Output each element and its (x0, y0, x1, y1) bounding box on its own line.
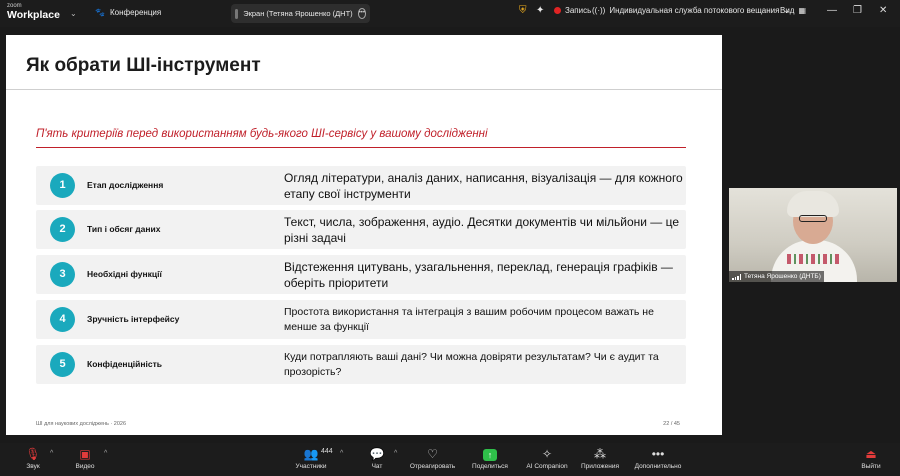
broadcast-icon: ((·)) (592, 6, 606, 15)
audio-button[interactable]: 🎙 Звук (20, 446, 46, 470)
criterion-description: Текст, числа, зображення, аудіо. Десятки… (284, 215, 680, 245)
criterion-name: Етап дослідження (87, 180, 164, 190)
screen-share-label: Экран (Тетяна Ярошенко (ДНТ) (243, 9, 353, 18)
record-dot-icon (554, 7, 561, 14)
slide-page-number: 22 / 45 (663, 421, 680, 427)
video-options-caret[interactable]: ^ (104, 450, 107, 457)
shared-slide: Як обрати ШІ-інструмент П'ять критеріїв … (6, 35, 722, 435)
glasses (799, 215, 827, 222)
video-button[interactable]: ▣ Видео (72, 446, 98, 470)
participants-button[interactable]: 👥 Участники (290, 446, 332, 470)
leave-icon: ⏏ (865, 447, 877, 461)
stream-indicator[interactable]: ((·)) Индивидуальная служба потокового в… (592, 6, 790, 15)
view-label: Вид (780, 6, 795, 15)
chat-options-caret[interactable]: ^ (394, 450, 397, 457)
react-button[interactable]: ♡ Отреагировать (405, 446, 460, 470)
criterion-name: Зручність інтерфейсу (87, 314, 180, 324)
minimize-icon[interactable]: — (827, 5, 837, 16)
criterion-row: 4 Зручність інтерфейсу Простота використ… (36, 300, 686, 339)
criterion-name: Необхідні функції (87, 269, 162, 279)
subtitle-divider (36, 147, 686, 148)
more-icon[interactable]: ••• (357, 8, 366, 19)
participant-hair (787, 191, 839, 217)
criterion-description: Огляд літератури, аналіз даних, написанн… (284, 171, 683, 201)
ai-sparkle-icon[interactable]: ✦ (536, 5, 544, 16)
share-screen-icon: ↑ (483, 449, 497, 461)
criterion-number: 5 (50, 352, 75, 377)
apps-label: Приложения (580, 463, 620, 470)
share-label: Поделиться (472, 463, 508, 470)
heart-icon: ♡ (427, 447, 438, 461)
brand-big: Workplace (7, 9, 60, 21)
chat-label: Чат (371, 463, 383, 470)
criterion-number: 1 (50, 173, 75, 198)
criterion-row: 5 Конфіденційність Куди потрапляють ваші… (36, 345, 686, 384)
leave-label: Выйти (861, 463, 881, 470)
slide-title: Як обрати ШІ-інструмент (26, 55, 261, 76)
apps-button[interactable]: ⁂ Приложения (577, 446, 623, 470)
ai-companion-label: AI Companion (526, 463, 568, 470)
participants-label: Участники (295, 463, 327, 470)
restore-icon[interactable]: ❐ (853, 5, 862, 16)
criterion-description: Куди потрапляють ваші дані? Чи можна дов… (284, 351, 659, 378)
criterion-row: 1 Етап дослідження Огляд літератури, ана… (36, 166, 686, 205)
share-button[interactable]: ↑ Поделиться (468, 446, 512, 470)
meeting-toolbar: 🎙 Звук ^ ▣ Видео ^ 444 👥 Участники ^ 💬 Ч… (0, 443, 900, 476)
criterion-number: 4 (50, 307, 75, 332)
more-button[interactable]: ••• Дополнительно (630, 446, 686, 470)
criterion-description: Простота використання та інтеграція з ва… (284, 306, 654, 333)
slide-subtitle: П'ять критеріїв перед використанням будь… (36, 128, 488, 140)
record-label: Запись (565, 6, 592, 15)
slide-footer-left: ШІ для наукових досліджень · 2026 (36, 421, 127, 427)
apps-icon: ⁂ (594, 447, 606, 461)
screen-thumbnail-icon (235, 8, 239, 19)
top-bar: zoom Workplace ⌄ 🐾 Конференция Экран (Те… (0, 0, 900, 27)
participant-name: Тетяна Ярошенко (ДНТБ) (744, 273, 821, 280)
more-dots-icon: ••• (651, 447, 665, 461)
embroidery-pattern (787, 254, 841, 264)
zoom-logo: zoom Workplace (7, 3, 60, 21)
video-label: Видео (75, 463, 95, 470)
participant-video-tile[interactable]: Тетяна Ярошенко (ДНТБ) (729, 188, 897, 282)
criterion-number: 2 (50, 217, 75, 242)
criterion-name: Тип і обсяг даних (87, 224, 161, 234)
close-icon[interactable]: ✕ (879, 5, 887, 16)
view-button[interactable]: Вид ▦ (780, 6, 806, 15)
criterion-row: 2 Тип і обсяг даних Текст, числа, зображ… (36, 210, 686, 249)
audio-options-caret[interactable]: ^ (50, 450, 53, 457)
shield-icon[interactable]: ⛨ (519, 5, 527, 16)
more-label: Дополнительно (634, 463, 682, 470)
record-indicator[interactable]: Запись (554, 6, 591, 15)
meeting-label: Конференция (109, 8, 162, 17)
criterion-name: Конфіденційність (87, 359, 162, 369)
screen-share-pill[interactable]: Экран (Тетяна Ярошенко (ДНТ) ••• (231, 4, 370, 23)
chat-button[interactable]: 💬 Чат (366, 446, 388, 470)
leave-button[interactable]: ⏏ Выйти (858, 446, 884, 470)
criterion-row: 3 Необхідні функції Відстеження цитувань… (36, 255, 686, 294)
camera-off-icon: ▣ (79, 447, 91, 461)
audio-label: Звук (26, 463, 40, 470)
signal-bars-icon (732, 273, 741, 280)
ai-companion-button[interactable]: ✧ AI Companion (522, 446, 572, 470)
chevron-down-icon[interactable]: ⌄ (70, 9, 77, 18)
criterion-description: Відстеження цитувань, узагальнення, пере… (284, 260, 673, 290)
chat-icon: 💬 (369, 447, 385, 461)
microphone-muted-icon: 🎙 (25, 447, 41, 461)
ai-sparkle-icon: ✧ (541, 447, 553, 461)
criterion-number: 3 (50, 262, 75, 287)
meeting-info-button[interactable]: 🐾 Конференция (95, 8, 161, 17)
title-divider (6, 89, 722, 90)
stream-label: Индивидуальная служба потокового вещания (609, 6, 780, 15)
participant-name-tag: Тетяна Ярошенко (ДНТБ) (729, 271, 824, 282)
react-label: Отреагировать (409, 463, 456, 470)
people-icon: 👥 (303, 447, 319, 461)
participants-options-caret[interactable]: ^ (340, 450, 343, 457)
view-grid-icon: ▦ (798, 6, 807, 15)
paw-icon: 🐾 (95, 8, 105, 17)
